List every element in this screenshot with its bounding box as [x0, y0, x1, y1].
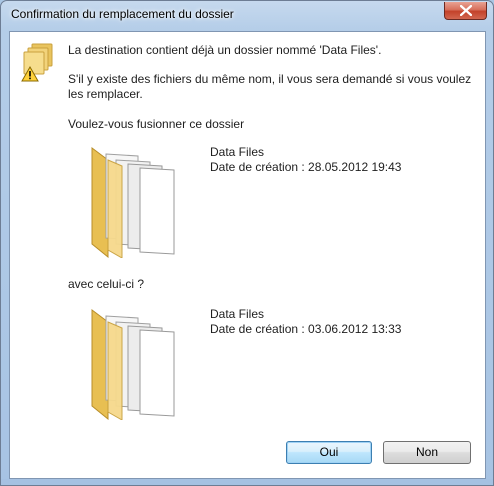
title-bar[interactable]: Confirmation du remplacement du dossier — [1, 1, 493, 29]
destination-message: La destination contient déjà un dossier … — [68, 43, 382, 57]
source-folder-info: Data Files Date de création : 28.05.2012… — [210, 145, 401, 175]
destination-folder-name: Data Files — [210, 307, 265, 321]
source-folder-date: Date de création : 28.05.2012 19:43 — [210, 160, 402, 174]
yes-button[interactable]: Oui — [286, 441, 372, 464]
window-title: Confirmation du remplacement du dossier — [11, 7, 234, 21]
destination-folder-info: Data Files Date de création : 03.06.2012… — [210, 307, 401, 337]
destination-folder-date: Date de création : 03.06.2012 13:33 — [210, 322, 402, 336]
warning-folders-icon — [21, 43, 53, 82]
replace-warning-message: S'il y existe des fichiers du même nom, … — [68, 72, 472, 101]
source-folder-name: Data Files — [210, 145, 265, 159]
destination-folder-icon — [91, 309, 175, 420]
dialog-window: Confirmation du remplacement du dossier … — [0, 0, 494, 486]
close-icon — [460, 5, 472, 16]
no-button[interactable]: Non — [383, 441, 471, 464]
source-folder-icon — [91, 147, 175, 258]
dialog-content: La destination contient déjà un dossier … — [9, 31, 486, 479]
merge-question: Voulez-vous fusionner ce dossier — [68, 117, 245, 131]
close-button[interactable] — [444, 2, 487, 20]
window-bottom-edge — [1, 479, 493, 485]
with-this-label: avec celui-ci ? — [68, 277, 145, 291]
